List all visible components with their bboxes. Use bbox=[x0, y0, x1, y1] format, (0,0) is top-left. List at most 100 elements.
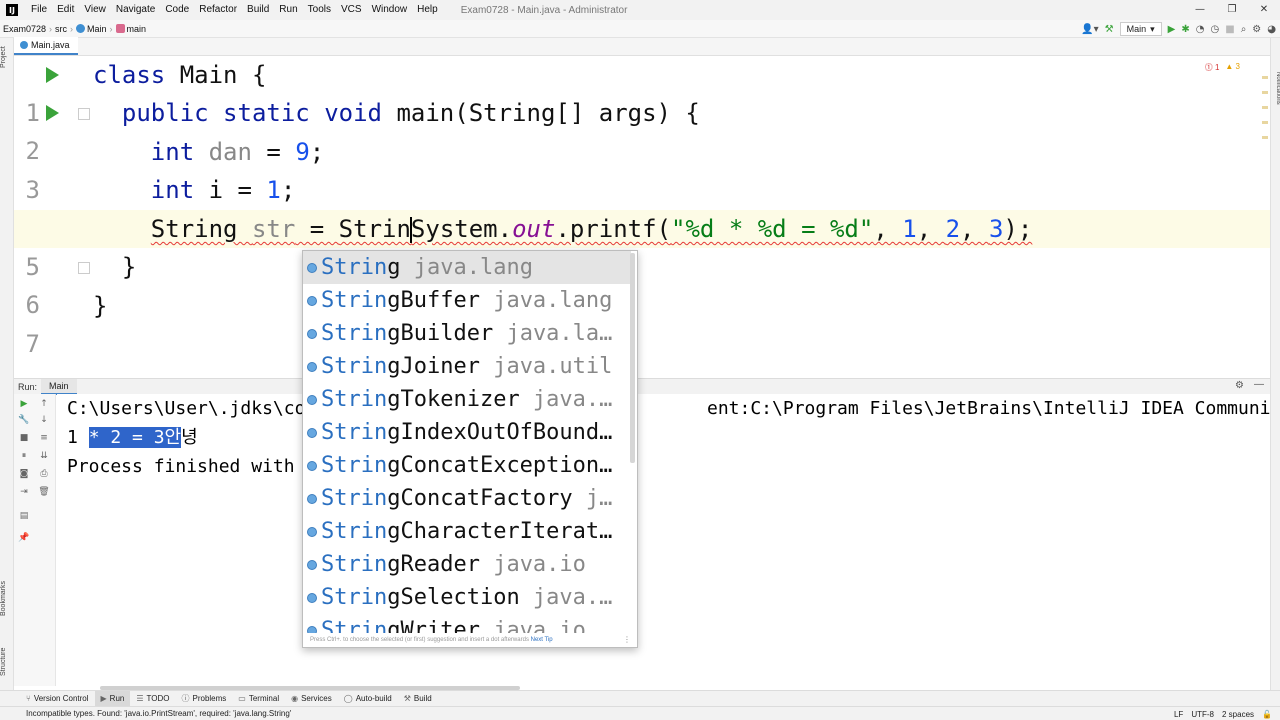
problems-icon: ⓘ bbox=[181, 694, 190, 703]
run-toolbar: ▶ ↑ 🔧 ↓ ■ ≡ ⏸ ⇊ ◙ ⎙ ⇥ 🗑 ▤ 📌 bbox=[14, 394, 56, 686]
toolwindow-services[interactable]: ◉ Services bbox=[285, 691, 338, 707]
encoding-widget[interactable]: UTF-8 bbox=[1191, 710, 1214, 719]
wrench-icon[interactable]: 🔧 bbox=[18, 414, 30, 426]
breadcrumb-class[interactable]: Main bbox=[73, 24, 110, 34]
trash-icon[interactable]: 🗑 bbox=[38, 486, 50, 498]
completion-item[interactable]: StringReader java.io bbox=[303, 548, 631, 581]
completion-scrollbar[interactable] bbox=[630, 253, 635, 463]
debug-icon[interactable]: ✱ bbox=[1181, 24, 1189, 35]
completion-item[interactable]: StringJoiner java.util bbox=[303, 350, 631, 383]
profile-icon[interactable]: ◷ bbox=[1211, 24, 1220, 35]
completion-item[interactable]: StringConcatFactory j… bbox=[303, 482, 631, 515]
coverage-icon[interactable]: ◔ bbox=[1196, 24, 1205, 35]
hide-icon[interactable]: — bbox=[1254, 379, 1264, 390]
fold-marker-icon[interactable] bbox=[78, 262, 90, 274]
up-arrow-icon[interactable]: ↑ bbox=[38, 398, 50, 410]
code-editor[interactable]: ⓵ 1 ▲ 3 1 class Main { 2 public static v… bbox=[14, 56, 1270, 378]
completion-item[interactable]: StringTokenizer java.… bbox=[303, 383, 631, 416]
code-completion-popup[interactable]: String java.lang StringBuffer java.lang St… bbox=[302, 250, 638, 648]
build-hammer-icon[interactable]: ⚒ bbox=[1105, 24, 1114, 35]
completion-item[interactable]: StringIndexOutOfBound… bbox=[303, 416, 631, 449]
user-icon[interactable]: 👤▾ bbox=[1081, 24, 1098, 35]
close-icon[interactable]: ✕ bbox=[1248, 0, 1280, 20]
indent-widget[interactable]: 2 spaces bbox=[1222, 710, 1254, 719]
camera-icon[interactable]: ◙ bbox=[18, 468, 30, 480]
toolwindow-problems[interactable]: ⓘ Problems bbox=[176, 691, 233, 707]
menu-help[interactable]: Help bbox=[412, 0, 443, 20]
toolwindow-terminal[interactable]: ▭ Terminal bbox=[232, 691, 285, 707]
exit-icon[interactable]: ⇥ bbox=[18, 486, 30, 498]
code-class-ref: System. bbox=[410, 215, 513, 243]
toolwindow-auto-build[interactable]: ◯ Auto-build bbox=[338, 691, 398, 707]
menu-build[interactable]: Build bbox=[242, 0, 274, 20]
menu-code[interactable]: Code bbox=[160, 0, 194, 20]
completion-name: gBuilder bbox=[387, 321, 494, 346]
stop-icon[interactable]: ■ bbox=[1225, 24, 1234, 35]
maximize-icon[interactable]: ❐ bbox=[1216, 0, 1248, 20]
chevron-down-icon: ▾ bbox=[1150, 24, 1155, 34]
breadcrumb-src[interactable]: src bbox=[52, 24, 70, 34]
completion-item[interactable]: StringBuilder java.la… bbox=[303, 317, 631, 350]
pause-icon[interactable]: ⏸ bbox=[18, 450, 30, 462]
lock-icon[interactable]: 🔓 bbox=[1262, 710, 1272, 719]
completion-name: gTokenizer bbox=[387, 387, 520, 412]
run-gutter-icon[interactable] bbox=[46, 105, 59, 121]
console-text: 1 bbox=[67, 427, 89, 448]
run-tab-label: Main bbox=[49, 380, 69, 391]
more-options-icon[interactable]: ⋮ bbox=[623, 633, 631, 647]
toolwindow-build[interactable]: ⚒ Build bbox=[398, 691, 438, 707]
project-tool-button[interactable]: Project bbox=[0, 42, 14, 72]
toolwindow-version-control[interactable]: ⑂ Version Control bbox=[20, 691, 95, 707]
toolwindow-run[interactable]: ▶ Run bbox=[94, 690, 131, 707]
menu-tools[interactable]: Tools bbox=[303, 0, 336, 20]
settings-icon[interactable]: ⚙ bbox=[1252, 24, 1261, 35]
completion-item[interactable]: StringCharacterIterat… bbox=[303, 515, 631, 548]
stop-icon[interactable]: ■ bbox=[18, 432, 30, 444]
pin-icon[interactable]: 📌 bbox=[18, 532, 30, 544]
intellij-logo-icon: IJ bbox=[6, 4, 18, 16]
console-line: Process finished with ex bbox=[67, 452, 327, 481]
run-icon[interactable]: ▶ bbox=[1168, 24, 1176, 35]
breadcrumb-project[interactable]: Exam0728 bbox=[0, 24, 49, 34]
code-line: 2 public static void main(String[] args)… bbox=[14, 94, 1270, 165]
completion-name: gIndexOutOfBound… bbox=[387, 420, 613, 445]
menu-refactor[interactable]: Refactor bbox=[194, 0, 242, 20]
print-icon[interactable]: ⎙ bbox=[38, 468, 50, 480]
menu-edit[interactable]: Edit bbox=[52, 0, 79, 20]
fold-marker-icon[interactable] bbox=[78, 108, 90, 120]
scroll-to-end-icon[interactable]: ⇊ bbox=[38, 450, 50, 462]
code-type: String bbox=[150, 215, 252, 243]
menu-view[interactable]: View bbox=[79, 0, 111, 20]
down-arrow-icon[interactable]: ↓ bbox=[38, 414, 50, 426]
code-token: ; bbox=[280, 176, 296, 204]
soft-wrap-icon[interactable]: ≡ bbox=[38, 432, 50, 444]
console-output[interactable]: C:\Users\User\.jdks\corr ent:C:\Program … bbox=[57, 394, 1270, 686]
editor-error-stripe[interactable] bbox=[1262, 76, 1268, 376]
gear-icon[interactable]: ⚙ bbox=[1235, 380, 1244, 391]
search-icon[interactable]: ⌕ bbox=[1241, 24, 1247, 35]
run-tab-main[interactable]: Main bbox=[41, 378, 77, 395]
rerun-icon[interactable]: ▶ bbox=[18, 398, 30, 410]
menu-run[interactable]: Run bbox=[274, 0, 302, 20]
toolwindow-todo[interactable]: ☰ TODO bbox=[130, 691, 175, 707]
minimize-icon[interactable]: — bbox=[1184, 0, 1216, 20]
completion-item[interactable]: String java.lang bbox=[303, 251, 631, 284]
menu-navigate[interactable]: Navigate bbox=[111, 0, 160, 20]
ide-update-icon[interactable]: ◕ bbox=[1267, 24, 1276, 35]
menu-window[interactable]: Window bbox=[367, 0, 413, 20]
next-tip-link[interactable]: Next Tip bbox=[531, 637, 553, 643]
notifications-tool-button[interactable]: Notifications bbox=[1271, 58, 1280, 118]
completion-item[interactable]: StringBuffer java.lang bbox=[303, 284, 631, 317]
structure-tool-button[interactable]: Structure bbox=[0, 642, 14, 682]
menu-file[interactable]: File bbox=[26, 0, 52, 20]
menu-vcs[interactable]: VCS bbox=[336, 0, 367, 20]
bookmarks-tool-button[interactable]: Bookmarks bbox=[0, 578, 14, 618]
line-separator-widget[interactable]: LF bbox=[1174, 710, 1183, 719]
breadcrumb-method[interactable]: main bbox=[113, 24, 150, 34]
completion-item[interactable]: StringConcatException… bbox=[303, 449, 631, 482]
run-config-select[interactable]: Main ▾ bbox=[1119, 22, 1162, 36]
tab-main-java[interactable]: Main.java bbox=[14, 37, 78, 55]
layout-icon[interactable]: ▤ bbox=[18, 510, 30, 522]
run-gutter-icon[interactable] bbox=[46, 67, 59, 83]
completion-item[interactable]: StringSelection java.… bbox=[303, 581, 631, 614]
